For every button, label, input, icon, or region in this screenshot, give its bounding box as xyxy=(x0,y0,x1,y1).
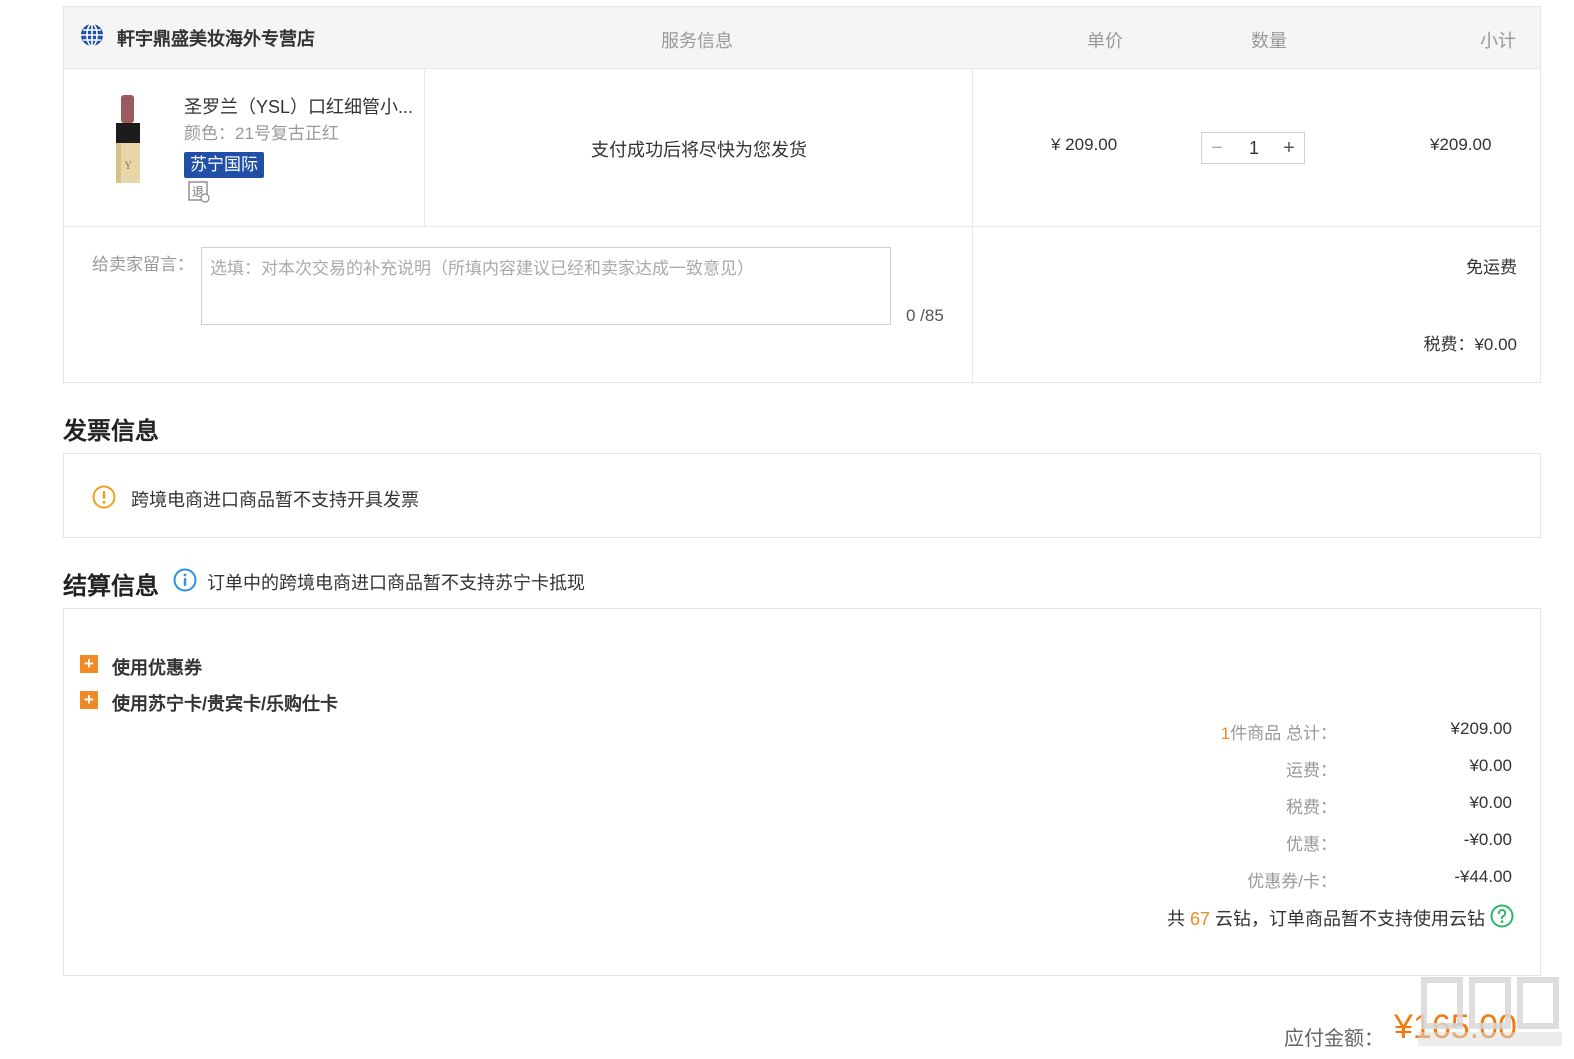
coupon-card-value: -¥44.00 xyxy=(1454,867,1512,886)
order-table: 軒宇鼎盛美妆海外专营店 服务信息 单价 数量 小计 Y 圣罗兰（YSL）口红细管… xyxy=(63,6,1541,384)
use-coupon-toggle[interactable]: 使用优惠券 xyxy=(112,654,202,680)
message-char-count: 0 /85 xyxy=(906,306,944,325)
seller-message-input[interactable] xyxy=(201,247,891,325)
help-icon[interactable] xyxy=(1490,904,1514,928)
tax-value: ¥0.00 xyxy=(1469,793,1512,812)
settlement-title: 结算信息 xyxy=(63,573,159,600)
invoice-note: 跨境电商进口商品暂不支持开具发票 xyxy=(131,490,419,510)
invoice-panel: 跨境电商进口商品暂不支持开具发票 xyxy=(63,453,1541,538)
cloud-prefix: 共 xyxy=(1166,909,1185,929)
expand-icon[interactable]: + xyxy=(80,691,98,709)
product-image[interactable]: Y xyxy=(110,93,146,185)
info-icon xyxy=(173,568,197,592)
unit-price: ¥ 209.00 xyxy=(1051,135,1118,154)
coupon-card-label: 优惠券/卡： xyxy=(1247,872,1337,891)
shipping-value: ¥0.00 xyxy=(1469,756,1512,775)
shipping-fee: 免运费 xyxy=(1466,258,1517,277)
divider xyxy=(424,69,425,226)
return-icon: 退 xyxy=(188,181,210,203)
settlement-note: 订单中的跨境电商进口商品暂不支持苏宁卡抵现 xyxy=(207,573,585,593)
quantity-stepper: − 1 + xyxy=(1201,132,1305,164)
column-unit-price: 单价 xyxy=(1087,31,1123,51)
quantity-value[interactable]: 1 xyxy=(1236,133,1272,163)
increment-button[interactable]: + xyxy=(1274,133,1304,163)
use-cards-toggle[interactable]: 使用苏宁卡/贵宾卡/乐购仕卡 xyxy=(112,690,338,716)
shipping-label: 运费： xyxy=(1286,761,1337,780)
warning-icon xyxy=(92,485,116,509)
seller-message-label: 给卖家留言： xyxy=(92,255,194,274)
column-subtotal: 小计 xyxy=(1480,31,1516,51)
cloud-diamond-count: 67 xyxy=(1189,909,1210,929)
discount-value: -¥0.00 xyxy=(1463,830,1512,849)
watermark-logo xyxy=(1418,977,1562,1046)
discount-label: 优惠： xyxy=(1286,835,1337,854)
items-count: 1 xyxy=(1220,724,1231,743)
product-color: 颜色：21号复古正红 xyxy=(184,124,339,143)
items-total-value: ¥209.00 xyxy=(1450,719,1512,738)
tax-label: 税费： xyxy=(1286,798,1337,817)
store-name[interactable]: 軒宇鼎盛美妆海外专营店 xyxy=(117,25,315,51)
suning-international-badge: 苏宁国际 xyxy=(184,152,264,178)
item-subtotal: ¥209.00 xyxy=(1430,135,1492,154)
order-table-header: 軒宇鼎盛美妆海外专营店 服务信息 单价 数量 小计 xyxy=(64,7,1540,69)
product-title[interactable]: 圣罗兰（YSL）口红细管小... xyxy=(184,93,413,119)
svg-text:Y: Y xyxy=(124,161,132,172)
cloud-suffix: 云钻，订单商品暂不支持使用云钻 xyxy=(1215,909,1485,929)
decrement-button[interactable]: − xyxy=(1202,133,1232,163)
divider xyxy=(64,226,1540,227)
cloud-diamond-note: 共 67 云钻，订单商品暂不支持使用云钻 xyxy=(1167,905,1485,931)
column-quantity: 数量 xyxy=(1251,31,1287,51)
service-info: 支付成功后将尽快为您发货 xyxy=(591,140,807,160)
column-service: 服务信息 xyxy=(661,31,733,51)
settlement-panel: + 使用优惠券 + 使用苏宁卡/贵宾卡/乐购仕卡 1件商品 总计： ¥209.0… xyxy=(63,608,1541,976)
globe-icon xyxy=(81,23,103,47)
tax-fee: 税费：¥0.00 xyxy=(1423,335,1517,354)
payable-label: 应付金额： xyxy=(1284,1028,1384,1050)
items-total-text: 件商品 总计： xyxy=(1230,724,1337,743)
invoice-title: 发票信息 xyxy=(63,418,159,445)
items-total-label: 1件商品 总计： xyxy=(1221,719,1337,744)
expand-icon[interactable]: + xyxy=(80,655,98,673)
